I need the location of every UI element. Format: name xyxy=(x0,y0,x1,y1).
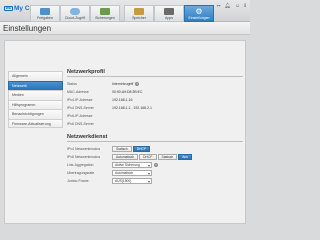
ipv6-mode-dhcp[interactable]: DHCP xyxy=(139,154,157,160)
section-title-netzwerkdienst: Netzwerkdienst xyxy=(67,134,243,142)
row-value: Internetzugriff ? xyxy=(112,82,140,86)
nav-freigaben[interactable]: Freigaben xyxy=(30,5,60,22)
ipv6-mode-toggle: Automatisch DHCP Statisch Aus xyxy=(112,154,192,160)
row-label: IPv6-IP-Adresse xyxy=(67,114,93,118)
nav-apps[interactable]: Apps xyxy=(154,5,184,22)
nav-label: Sicherungen xyxy=(95,16,115,20)
help-icon[interactable]: ? xyxy=(135,82,140,86)
row-link-aggregation: Link-Aggregation Aktive Sicherung ? xyxy=(67,161,243,169)
row-value: Aktive Sicherung ? xyxy=(112,162,158,168)
row-mac: MAC-Adresse 00:90:A9:D8:3B:EC xyxy=(67,88,243,96)
page-header: Einstellungen xyxy=(0,22,250,35)
row-ipv4-dns: IPv4 DNS-Server 192.168.1.1 , 192.168.2.… xyxy=(67,104,243,112)
nav-label: Freigaben xyxy=(37,16,53,20)
section-title-netzwerkprofil: Netzwerkprofil xyxy=(67,69,243,77)
sidebar-item-netzwerk[interactable]: Netzwerk xyxy=(8,80,63,90)
row-label: IPv6 DNS-Server xyxy=(67,122,94,126)
row-label: Link-Aggregation xyxy=(67,163,94,167)
user-icon[interactable]: ☺ xyxy=(235,3,240,9)
row-label: Jumbo Frame xyxy=(67,179,89,183)
row-ipv6-dns: IPv6 DNS-Server xyxy=(67,120,243,128)
main-nav: Freigaben Cloud-Zugriff Sicherungen Spei… xyxy=(30,5,214,22)
sidebar-item-firmware[interactable]: Firmware-Aktualisierung xyxy=(8,118,63,128)
row-label: IPv6 Netzwerkmodus xyxy=(67,155,101,159)
row-value: 192.168.1.16 xyxy=(112,98,133,102)
apps-icon xyxy=(164,8,174,15)
row-ipv4-ip: IPv4-IP-Adresse 192.168.1.16 xyxy=(67,96,243,104)
row-status: Status Internetzugriff ? xyxy=(67,80,243,88)
row-label: MAC-Adresse xyxy=(67,90,89,94)
page-title: Einstellungen xyxy=(3,24,52,33)
row-ipv6-ip: IPv6-IP-Adresse xyxy=(67,112,243,120)
backup-icon xyxy=(100,8,110,15)
folder-icon xyxy=(40,8,50,15)
cloud-icon xyxy=(70,8,80,15)
nav-einstellungen[interactable]: ⚙ Einstellungen xyxy=(184,5,214,22)
row-jumbo-frame: Jumbo Frame AUS(1500) xyxy=(67,177,243,185)
ipv6-mode-aus[interactable]: Aus xyxy=(178,154,192,160)
ipv6-mode-automatisch[interactable]: Automatisch xyxy=(112,154,139,160)
usb-icon[interactable]: ⭤ xyxy=(217,3,221,9)
bell-icon[interactable]: 🔔︎ xyxy=(225,3,231,9)
sidebar-item-hilfsprogramm[interactable]: Hilfsprogramm xyxy=(8,99,63,109)
settings-sidebar: Allgemein Netzwerk Medien Hilfsprogramm … xyxy=(8,71,63,128)
storage-icon xyxy=(134,8,144,15)
transfer-rate-select[interactable]: Automatisch xyxy=(112,170,152,176)
row-transfer-rate: Übertragungsrate Automatisch xyxy=(67,169,243,177)
row-label: IPv4-IP-Adresse xyxy=(67,98,93,102)
settings-panel: Allgemein Netzwerk Medien Hilfsprogramm … xyxy=(4,40,246,224)
gear-icon: ⚙ xyxy=(195,7,203,16)
sidebar-item-allgemein[interactable]: Allgemein xyxy=(8,71,63,81)
ipv4-mode-statisch[interactable]: Statisch xyxy=(112,146,132,152)
nav-label: Speicher xyxy=(132,16,146,20)
help-icon[interactable]: ? xyxy=(154,163,158,167)
row-label: Status xyxy=(67,82,77,86)
jumbo-frame-select[interactable]: AUS(1500) xyxy=(112,178,152,184)
help-icon[interactable]: ℹ xyxy=(244,3,246,9)
row-value: Automatisch xyxy=(112,170,152,176)
nav-label: Apps xyxy=(165,16,173,20)
row-ipv4-mode: IPv4 Netzwerkmodus Statisch DHCP xyxy=(67,145,243,153)
settings-main: Netzwerkprofil Status Internetzugriff ? … xyxy=(67,69,243,185)
nav-label: Einstellungen xyxy=(188,16,210,20)
row-value: 00:90:A9:D8:3B:EC xyxy=(112,90,143,94)
row-value: AUS(1500) xyxy=(112,178,152,184)
row-ipv6-mode: IPv6 Netzwerkmodus Automatisch DHCP Stat… xyxy=(67,153,243,161)
ipv4-mode-dhcp[interactable]: DHCP xyxy=(132,146,151,152)
sidebar-item-medien[interactable]: Medien xyxy=(8,90,63,100)
nav-speicher[interactable]: Speicher xyxy=(124,5,154,22)
link-aggregation-select[interactable]: Aktive Sicherung xyxy=(112,162,152,168)
top-icons: ⭤ 🔔︎ ☺ ℹ xyxy=(217,3,246,9)
wd-logo-icon: WD xyxy=(4,6,13,11)
nav-label: Cloud-Zugriff xyxy=(64,16,86,20)
nav-sicherungen[interactable]: Sicherungen xyxy=(90,5,120,22)
sidebar-item-benachrichtigungen[interactable]: Benachrichtigungen xyxy=(8,109,63,119)
status-value: Internetzugriff xyxy=(112,82,134,86)
row-value: 192.168.1.1 , 192.168.2.1 xyxy=(112,106,152,110)
row-label: IPv4 DNS-Server xyxy=(67,106,94,110)
ipv6-mode-statisch[interactable]: Statisch xyxy=(157,154,178,160)
ipv4-mode-toggle: Statisch DHCP xyxy=(112,146,151,152)
row-label: IPv4 Netzwerkmodus xyxy=(67,147,101,151)
row-label: Übertragungsrate xyxy=(67,171,95,175)
nav-cloud-zugriff[interactable]: Cloud-Zugriff xyxy=(60,5,90,22)
